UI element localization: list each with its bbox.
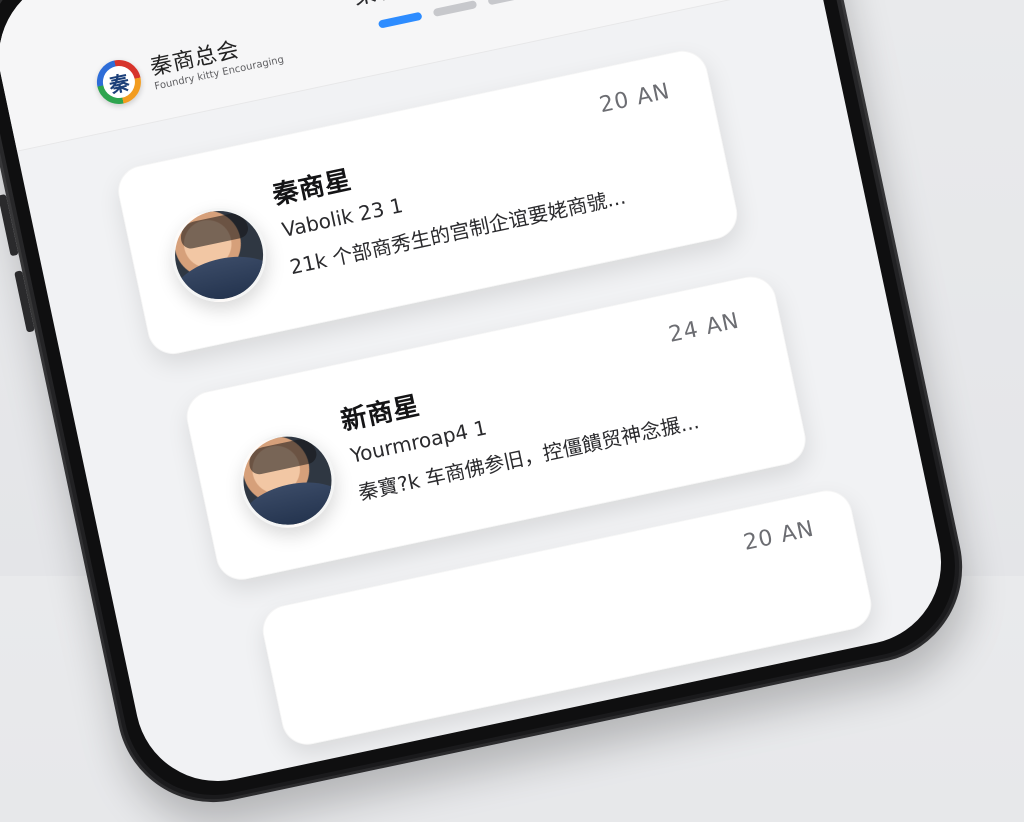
message-sender: 秦商星 [269, 165, 354, 212]
tab-indicator-inactive[interactable] [487, 0, 533, 6]
volume-up-button [0, 193, 19, 257]
tab-indicator-inactive[interactable] [432, 0, 478, 18]
message-sender: 新商星 [338, 390, 423, 437]
tab-indicator[interactable] [377, 0, 533, 29]
brand-text: 秦商总会 Foundry kitty Encouraging [148, 30, 285, 93]
message-time: 20 AN [597, 78, 673, 119]
avatar[interactable] [231, 424, 344, 537]
tab-indicator-active[interactable] [377, 11, 423, 29]
brand-logo-glyph: 秦 [106, 69, 132, 98]
message-time: 20 AN [741, 516, 817, 556]
brand[interactable]: 秦 秦商总会 Foundry kitty Encouraging [92, 26, 286, 109]
avatar[interactable] [163, 199, 275, 311]
phone-screen: 秦 秦商总会 Foundry kitty Encouraging 秦商动态 20… [0, 0, 957, 797]
brand-logo: 秦 [92, 55, 146, 109]
volume-down-button [14, 270, 35, 333]
message-time: 24 AN [666, 308, 742, 348]
phone-frame: 秦 秦商总会 Foundry kitty Encouraging 秦商动态 20… [0, 0, 981, 821]
